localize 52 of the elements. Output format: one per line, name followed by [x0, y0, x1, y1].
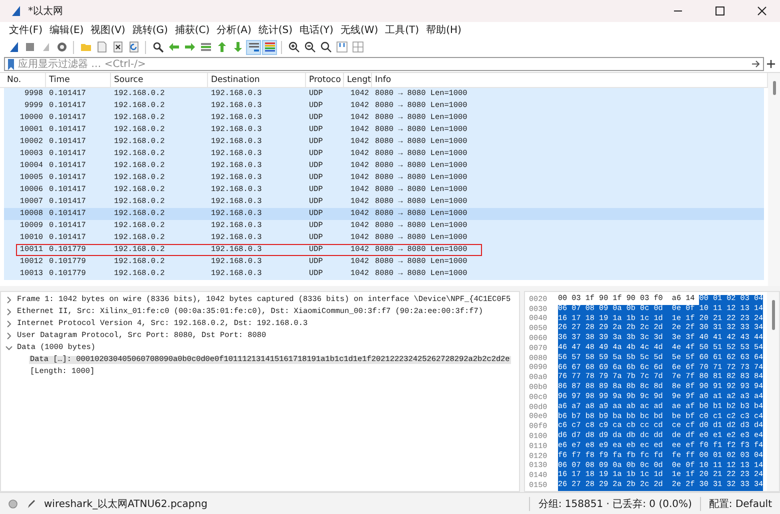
go-to-icon[interactable] — [200, 41, 212, 53]
menu-item[interactable]: 工具(T) — [382, 23, 422, 37]
shark-fin-icon[interactable] — [8, 41, 20, 53]
reload-icon[interactable] — [128, 41, 140, 53]
stop-icon[interactable] — [24, 41, 36, 53]
column-header[interactable]: Source — [111, 73, 208, 87]
zoom-reset-icon[interactable] — [320, 41, 332, 53]
status-dot-icon[interactable] — [8, 498, 18, 508]
app-icon — [10, 5, 22, 17]
search-icon[interactable] — [152, 41, 164, 53]
capture-file-name: wireshark_以太网ATNU62.pcapng — [44, 498, 208, 510]
arrow-up-icon[interactable] — [216, 41, 228, 53]
column-header[interactable]: Protoco — [306, 73, 344, 87]
menu-item[interactable]: 跳转(G) — [129, 23, 171, 37]
grid-icon[interactable] — [352, 41, 364, 53]
window-title: *以太网 — [28, 4, 64, 18]
plus-icon[interactable] — [766, 59, 776, 69]
close-file-icon[interactable] — [112, 41, 124, 53]
packet-count: 分组: 158851 · 已丢弃: 0 (0.0%) — [538, 498, 692, 510]
menu-item[interactable]: 帮助(H) — [423, 23, 464, 37]
menu-item[interactable]: 分析(A) — [214, 23, 254, 37]
zoom-in-icon[interactable] — [288, 41, 300, 53]
arrow-right-icon[interactable] — [751, 59, 761, 69]
file-icon[interactable] — [96, 41, 108, 53]
edit-icon[interactable] — [26, 498, 36, 508]
close-icon — [757, 6, 767, 16]
menu-item[interactable]: 电话(Y) — [296, 23, 336, 37]
bookmark-icon[interactable] — [7, 58, 15, 70]
profile-label[interactable]: 配置: Default — [708, 496, 772, 510]
arrow-left-icon[interactable] — [168, 41, 180, 53]
scrollbar-thumb[interactable] — [772, 81, 776, 95]
column-header[interactable]: Time — [46, 73, 111, 87]
list-icon — [248, 41, 260, 53]
colored-lines-icon — [264, 41, 276, 53]
arrow-down-icon[interactable] — [232, 41, 244, 53]
menu-item[interactable]: 无线(W) — [337, 23, 382, 37]
column-header[interactable]: Lengt — [344, 73, 372, 87]
menu-item[interactable]: 统计(S) — [255, 23, 296, 37]
filter-bar-field[interactable]: 应用显示过滤器 … <Ctrl-/> — [4, 57, 764, 71]
column-header[interactable]: No. — [4, 73, 46, 87]
toggle-button[interactable] — [246, 40, 261, 54]
menu-item[interactable]: 视图(V) — [88, 23, 128, 37]
resize-columns-icon[interactable] — [336, 41, 348, 53]
zoom-out-icon[interactable] — [304, 41, 316, 53]
chevron-down-icon[interactable] — [5, 344, 13, 352]
column-header[interactable]: Destination — [208, 73, 306, 87]
menu-item[interactable]: 捕获(C) — [172, 23, 213, 37]
maximize-icon — [715, 6, 725, 16]
scrollbar-thumb[interactable] — [772, 300, 774, 330]
toggle-button[interactable] — [262, 40, 277, 54]
menu-item[interactable]: 文件(F) — [6, 23, 46, 37]
menu-item[interactable]: 编辑(E) — [46, 23, 87, 37]
